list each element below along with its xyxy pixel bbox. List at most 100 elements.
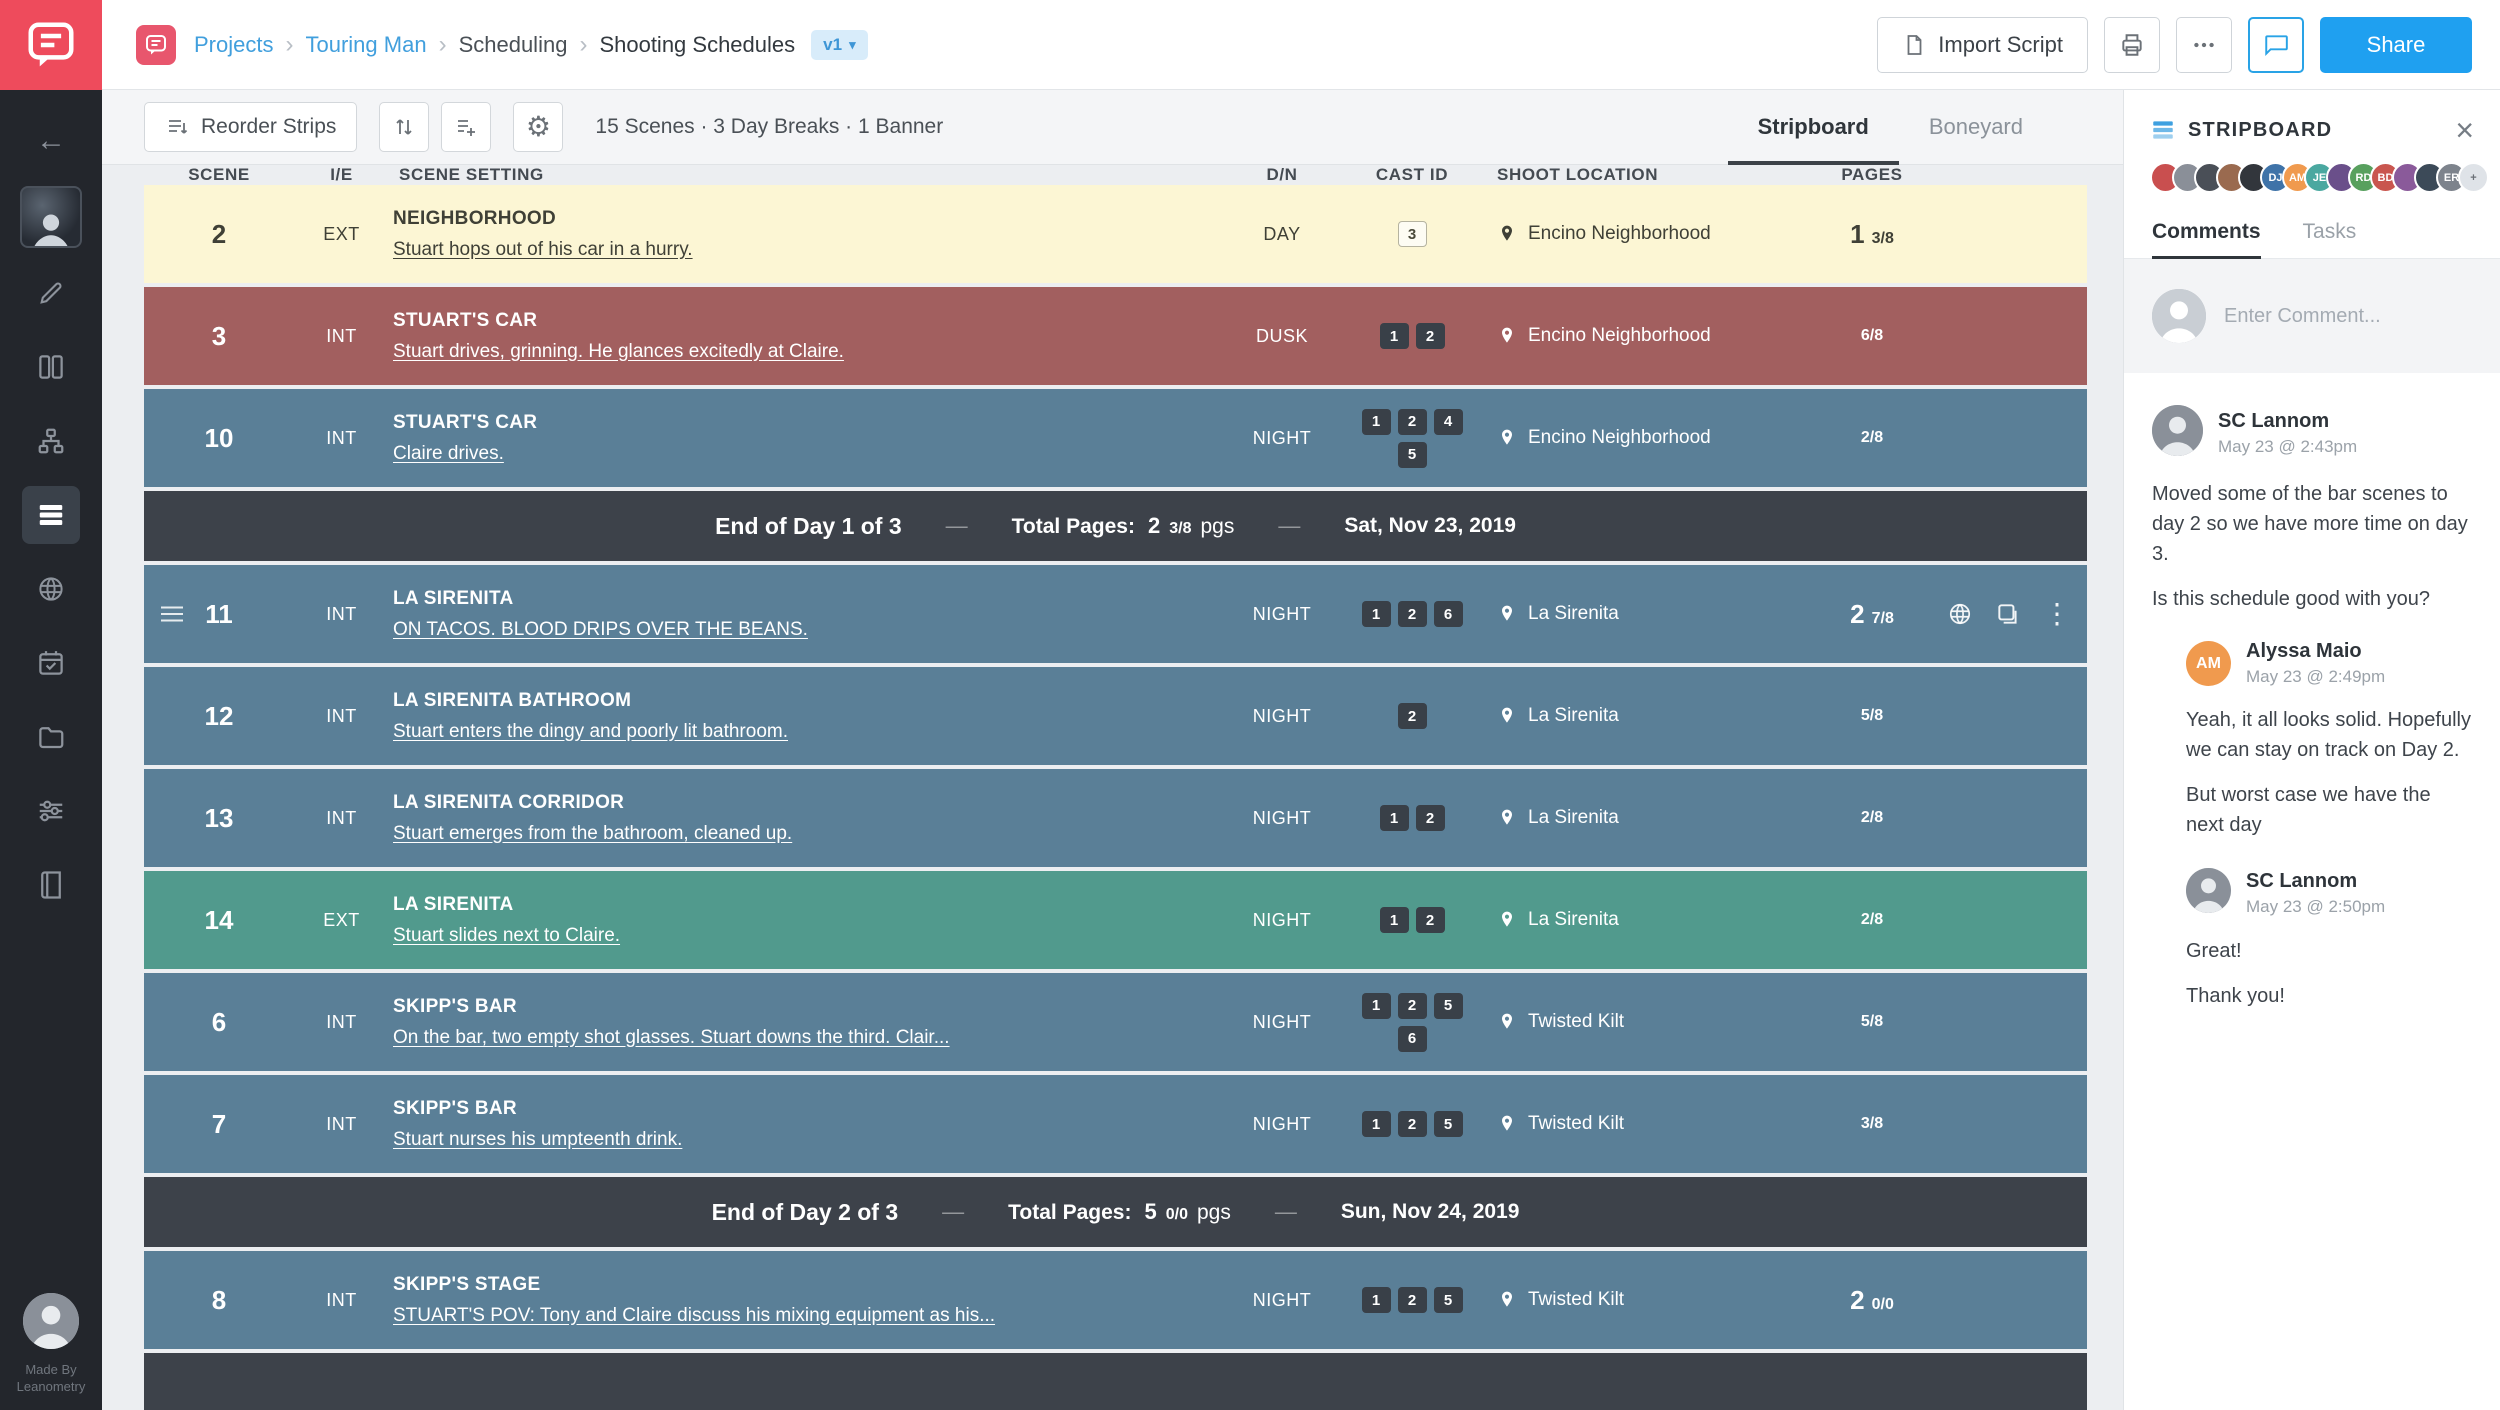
- cast-id-chip: 2: [1416, 805, 1445, 831]
- day-break-date: Sat, Nov 23, 2019: [1344, 514, 1516, 538]
- comment-input[interactable]: [2224, 305, 2489, 328]
- day-break-banner[interactable]: End of Day 1 of 3 — Total Pages: 2 3/8 p…: [144, 491, 2087, 561]
- add-strip-button[interactable]: [441, 102, 491, 152]
- comment-composer: [2124, 259, 2500, 373]
- tab-tasks[interactable]: Tasks: [2303, 205, 2357, 258]
- shoot-location-label: Twisted Kilt: [1528, 1011, 1624, 1033]
- studiobinder-logo[interactable]: [0, 0, 102, 90]
- shoot-location: Encino Neighborhood: [1487, 223, 1797, 245]
- tab-comments[interactable]: Comments: [2152, 205, 2261, 258]
- scene-strip[interactable]: 2 EXT NEIGHBORHOOD Stuart hops out of hi…: [144, 185, 2087, 283]
- user-avatar[interactable]: [23, 1293, 79, 1349]
- gear-icon: ⚙: [526, 113, 551, 141]
- tab-stripboard[interactable]: Stripboard: [1728, 90, 1899, 164]
- day-break-banner[interactable]: — —: [144, 1353, 2087, 1410]
- scene-strip[interactable]: 10 INT STUART'S CAR Claire drives. NIGHT…: [144, 389, 2087, 487]
- app-root: ←: [0, 0, 2500, 1410]
- print-button[interactable]: [2104, 17, 2160, 73]
- kebab-icon[interactable]: ⋮: [2043, 600, 2071, 628]
- scene-number: 13: [205, 803, 234, 833]
- sort-button[interactable]: [379, 102, 429, 152]
- scene-setting-title: STUART'S CAR: [393, 412, 1197, 434]
- shoot-location: Encino Neighborhood: [1487, 427, 1797, 449]
- scene-description-link[interactable]: Stuart nurses his umpteenth drink.: [393, 1129, 1197, 1151]
- day-night-label: NIGHT: [1227, 706, 1337, 727]
- comments-panel: STRIPBOARD × DJAMJERDBDER+ Comments Task…: [2123, 90, 2500, 1410]
- elements-ball-icon[interactable]: [1947, 601, 1973, 627]
- project-chat-icon[interactable]: [136, 25, 176, 65]
- cast-id-chip: 5: [1434, 1111, 1463, 1137]
- scene-strip[interactable]: 8 INT SKIPP'S STAGE STUART'S POV: Tony a…: [144, 1251, 2087, 1349]
- breadcrumb-shooting-schedules[interactable]: Shooting Schedules: [599, 32, 795, 58]
- tab-boneyard[interactable]: Boneyard: [1899, 90, 2053, 164]
- scene-strip[interactable]: 7 INT SKIPP'S BAR Stuart nurses his umpt…: [144, 1075, 2087, 1173]
- scene-strip[interactable]: 6 INT SKIPP'S BAR On the bar, two empty …: [144, 973, 2087, 1071]
- cast-id-chip: 1: [1380, 323, 1409, 349]
- scene-description-link[interactable]: On the bar, two empty shot glasses. Stua…: [393, 1027, 1197, 1049]
- scene-description-link[interactable]: Claire drives.: [393, 443, 1197, 465]
- pages-fraction: 2/8: [1861, 809, 1883, 826]
- breakdown-columns-button[interactable]: [22, 338, 80, 396]
- scene-setting-title: LA SIRENITA: [393, 894, 1197, 916]
- pages-value: 3/8: [1797, 1115, 1947, 1133]
- scene-description-link[interactable]: Stuart hops out of his car in a hurry.: [393, 239, 1197, 261]
- ball-icon: [36, 574, 66, 604]
- left-sidebar: ←: [0, 0, 102, 1410]
- breadcrumb-projects[interactable]: Projects: [194, 32, 273, 58]
- board-summary: 15 Scenes · 3 Day Breaks · 1 Banner: [595, 115, 943, 139]
- day-break-banner[interactable]: End of Day 2 of 3 — Total Pages: 5 0/0 p…: [144, 1177, 2087, 1247]
- scene-description-link[interactable]: Stuart enters the dingy and poorly lit b…: [393, 721, 1197, 743]
- comment-paragraph: Is this schedule good with you?: [2152, 584, 2472, 614]
- comment-list: SC Lannom May 23 @ 2:43pm Moved some of …: [2124, 373, 2500, 1410]
- cast-id-chips: 126: [1362, 601, 1463, 627]
- version-badge[interactable]: v1▾: [811, 30, 867, 60]
- stripboard-nav-button[interactable]: [22, 486, 80, 544]
- import-script-button[interactable]: Import Script: [1877, 17, 2088, 73]
- cast-id-chips: 12: [1380, 907, 1445, 933]
- settings-sliders-button[interactable]: [22, 782, 80, 840]
- scene-setting-title: LA SIRENITA: [393, 588, 1197, 610]
- scene-description-link[interactable]: STUART'S POV: Tony and Claire discuss hi…: [393, 1305, 1197, 1327]
- avatar-initials: AM: [2186, 641, 2231, 686]
- back-arrow-icon: ←: [36, 126, 66, 156]
- cast-id-chips: 12: [1380, 805, 1445, 831]
- more-options-button[interactable]: [2176, 17, 2232, 73]
- comment-timestamp: May 23 @ 2:49pm: [2246, 667, 2385, 687]
- scene-strip[interactable]: 3 INT STUART'S CAR Stuart drives, grinni…: [144, 287, 2087, 385]
- person-icon: [2152, 289, 2206, 343]
- chevron-right-icon: ›: [439, 31, 447, 59]
- int-ext-label: INT: [294, 326, 389, 347]
- scene-description-link[interactable]: Stuart emerges from the bathroom, cleane…: [393, 823, 1197, 845]
- scene-strip[interactable]: 11 INT LA SIRENITA ON TACOS. BLOOD DRIPS…: [144, 565, 2087, 663]
- calendar-button[interactable]: [22, 634, 80, 692]
- back-button[interactable]: ←: [22, 112, 80, 170]
- comment-paragraph: Great!: [2186, 936, 2472, 966]
- shot-flow-button[interactable]: [22, 412, 80, 470]
- reorder-strips-button[interactable]: Reorder Strips: [144, 102, 357, 152]
- scene-description-link[interactable]: Stuart slides next to Claire.: [393, 925, 1197, 947]
- comment-paragraph: Moved some of the bar scenes to day 2 so…: [2152, 479, 2472, 569]
- scene-strip[interactable]: 13 INT LA SIRENITA CORRIDOR Stuart emerg…: [144, 769, 2087, 867]
- location-pin-icon: [1497, 706, 1517, 726]
- reports-book-button[interactable]: [22, 856, 80, 914]
- comments-toggle-button[interactable]: [2248, 17, 2304, 73]
- scene-strip[interactable]: 14 EXT LA SIRENITA Stuart slides next to…: [144, 871, 2087, 969]
- edit-pencil-button[interactable]: [22, 264, 80, 322]
- int-ext-label: INT: [294, 808, 389, 829]
- project-thumbnail[interactable]: [20, 186, 82, 248]
- duplicate-stack-icon[interactable]: [1995, 601, 2021, 627]
- files-folder-button[interactable]: [22, 708, 80, 766]
- scene-strip[interactable]: 12 INT LA SIRENITA BATHROOM Stuart enter…: [144, 667, 2087, 765]
- breadcrumb-scheduling[interactable]: Scheduling: [459, 32, 568, 58]
- scene-setting-title: STUART'S CAR: [393, 310, 1197, 332]
- elements-ball-button[interactable]: [22, 560, 80, 618]
- scene-description-link[interactable]: ON TACOS. BLOOD DRIPS OVER THE BEANS.: [393, 619, 1197, 641]
- share-button[interactable]: Share: [2320, 17, 2472, 73]
- settings-button[interactable]: ⚙: [513, 102, 563, 152]
- logo-speech-bubble-icon: [24, 18, 78, 72]
- scene-description-link[interactable]: Stuart drives, grinning. He glances exci…: [393, 341, 1197, 363]
- close-icon[interactable]: ×: [2455, 114, 2474, 146]
- col-ie: I/E: [294, 165, 389, 185]
- drag-handle-icon[interactable]: [160, 599, 184, 630]
- breadcrumb-touring-man[interactable]: Touring Man: [305, 32, 426, 58]
